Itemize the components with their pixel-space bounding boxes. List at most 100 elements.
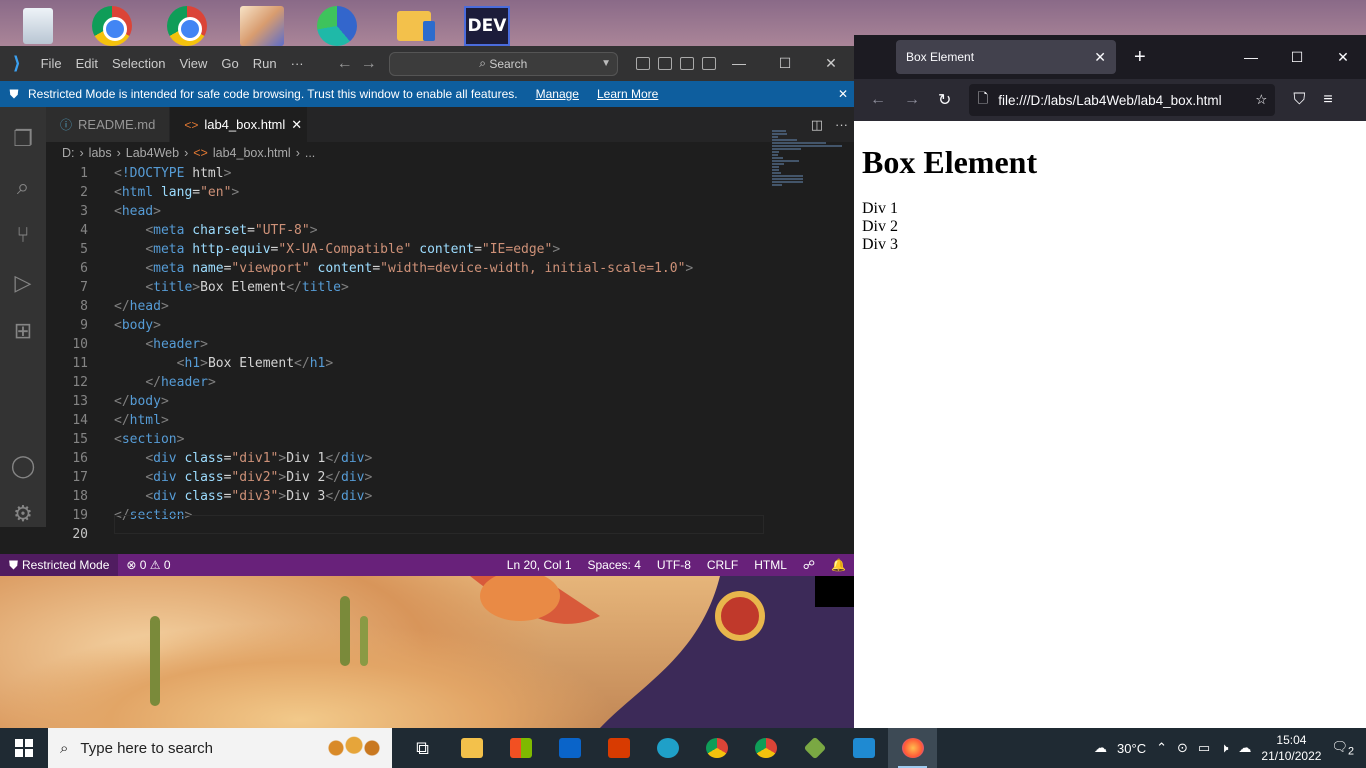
back-arrow-icon[interactable]: ←: [337, 55, 353, 73]
maximize-icon[interactable]: ☐: [762, 55, 808, 72]
breadcrumb-item[interactable]: labs: [89, 146, 112, 160]
code-line[interactable]: 2 <html lang="en">: [46, 183, 854, 202]
vscode-icon[interactable]: [839, 728, 888, 768]
minimap[interactable]: [772, 129, 848, 186]
chevron-up-icon[interactable]: ⌃: [1156, 740, 1167, 756]
close-tab-icon[interactable]: ✕: [1094, 49, 1106, 66]
dev-app-icon[interactable]: DEV: [463, 6, 511, 46]
code-line[interactable]: 6 <meta name="viewport" content="width=d…: [46, 259, 854, 278]
search-view-icon[interactable]: ⌕: [0, 163, 46, 211]
chevron-down-icon[interactable]: ▼: [601, 58, 611, 69]
menu-run[interactable]: Run: [246, 46, 284, 81]
toggle-sidebar-icon[interactable]: [636, 57, 650, 70]
chrome-profile-icon[interactable]: [741, 728, 790, 768]
learn-more-link[interactable]: Learn More: [597, 87, 658, 101]
toggle-panel-icon[interactable]: [658, 57, 672, 70]
feedback-icon[interactable]: ☍: [795, 558, 823, 572]
chrome-profile-icon[interactable]: [163, 6, 211, 46]
task-view-icon[interactable]: ⧉: [398, 728, 447, 768]
customize-layout-icon[interactable]: [702, 57, 716, 70]
start-button[interactable]: [0, 728, 48, 768]
url-bar[interactable]: 🗋 file:///D:/labs/Lab4Web/lab4_box.html …: [969, 84, 1276, 116]
anime-app-icon[interactable]: [238, 6, 286, 46]
code-line[interactable]: 18 <div class="div3">Div 3</div>: [46, 487, 854, 506]
forward-arrow-icon[interactable]: →: [904, 91, 920, 109]
run-debug-icon[interactable]: ▷: [0, 259, 46, 307]
office-icon[interactable]: [594, 728, 643, 768]
toggle-secondary-sidebar-icon[interactable]: [680, 57, 694, 70]
source-control-icon[interactable]: ⑂: [0, 211, 46, 259]
tab-lab4-box[interactable]: <> lab4_box.html ✕: [170, 107, 309, 142]
code-line[interactable]: 15 <section>: [46, 430, 854, 449]
menu-more[interactable]: ···: [284, 46, 311, 81]
maximize-icon[interactable]: ☐: [1274, 49, 1320, 66]
mail-icon[interactable]: [545, 728, 594, 768]
folder-music-icon[interactable]: [390, 6, 438, 46]
manage-link[interactable]: Manage: [536, 87, 579, 101]
clock[interactable]: 15:04 21/10/2022: [1261, 732, 1321, 764]
code-editor[interactable]: 1 <!DOCTYPE html> 2 <html lang="en"> 3 <head>…: [46, 164, 854, 544]
recycle-bin-icon[interactable]: [14, 6, 62, 46]
firefox-icon[interactable]: [888, 728, 937, 768]
volume-icon[interactable]: 🕨: [1220, 740, 1228, 756]
indentation-status[interactable]: Spaces: 4: [580, 558, 649, 572]
menu-file[interactable]: File: [34, 46, 69, 81]
extensions-icon[interactable]: ⊞: [0, 307, 46, 355]
breadcrumb-item[interactable]: Lab4Web: [126, 146, 179, 160]
forward-arrow-icon[interactable]: →: [361, 55, 377, 73]
encoding-status[interactable]: UTF-8: [649, 558, 699, 572]
weather-temperature[interactable]: 30°C: [1117, 741, 1146, 756]
code-line[interactable]: 1 <!DOCTYPE html>: [46, 164, 854, 183]
back-arrow-icon[interactable]: ←: [870, 91, 886, 109]
weather-cloud-icon[interactable]: ☁: [1094, 740, 1107, 756]
edge-icon[interactable]: [643, 728, 692, 768]
meet-now-icon[interactable]: ⊙: [1177, 740, 1188, 756]
code-line[interactable]: 17 <div class="div2">Div 2</div>: [46, 468, 854, 487]
code-line[interactable]: 13 </body>: [46, 392, 854, 411]
chrome-icon[interactable]: [692, 728, 741, 768]
close-icon[interactable]: ✕: [1320, 49, 1366, 66]
close-banner-icon[interactable]: ✕: [838, 87, 854, 101]
code-line[interactable]: 4 <meta charset="UTF-8">: [46, 221, 854, 240]
minimize-icon[interactable]: —: [1228, 49, 1274, 66]
microsoft-store-icon[interactable]: [496, 728, 545, 768]
new-tab-icon[interactable]: +: [1134, 46, 1146, 69]
menu-edit[interactable]: Edit: [69, 46, 105, 81]
breadcrumb-item[interactable]: D:: [62, 146, 75, 160]
onedrive-cloud-icon[interactable]: ☁: [1238, 740, 1251, 756]
close-tab-icon[interactable]: ✕: [291, 117, 302, 133]
breadcrumb-item[interactable]: ...: [305, 146, 315, 160]
code-line[interactable]: 9 <body>: [46, 316, 854, 335]
eol-status[interactable]: CRLF: [699, 558, 746, 572]
chrome-icon[interactable]: [88, 6, 136, 46]
manage-gear-icon[interactable]: ⚙: [0, 501, 46, 527]
taskbar-search[interactable]: ⌕ Type here to search: [48, 728, 392, 768]
reload-icon[interactable]: ↻: [938, 90, 951, 110]
close-icon[interactable]: ✕: [808, 55, 854, 72]
tab-readme[interactable]: ⓘ README.md: [46, 107, 171, 142]
code-line[interactable]: 5 <meta http-equiv="X-UA-Compatible" con…: [46, 240, 854, 259]
explorer-icon[interactable]: ❐: [0, 115, 46, 163]
menu-view[interactable]: View: [172, 46, 214, 81]
minimize-icon[interactable]: —: [716, 55, 762, 72]
url-text[interactable]: file:///D:/labs/Lab4Web/lab4_box.html: [998, 93, 1221, 108]
account-icon[interactable]: ◯: [0, 453, 46, 479]
file-explorer-icon[interactable]: [447, 728, 496, 768]
bookmark-star-icon[interactable]: ☆: [1255, 92, 1267, 108]
code-line[interactable]: 7 <title>Box Element</title>: [46, 278, 854, 297]
git-icon[interactable]: [790, 728, 839, 768]
code-line[interactable]: 10 <header>: [46, 335, 854, 354]
notifications-bell-icon[interactable]: 🔔: [823, 558, 854, 572]
code-line[interactable]: 3 <head>: [46, 202, 854, 221]
code-line[interactable]: 16 <div class="div1">Div 1</div>: [46, 449, 854, 468]
restricted-mode-status[interactable]: ⛊ Restricted Mode: [0, 554, 119, 576]
battery-icon[interactable]: ▭: [1198, 740, 1210, 756]
problems-status[interactable]: ⊗ 0 ⚠ 0: [118, 558, 178, 572]
code-line[interactable]: 8 </head>: [46, 297, 854, 316]
menu-selection[interactable]: Selection: [105, 46, 172, 81]
edge-icon[interactable]: [313, 6, 361, 46]
command-center-search[interactable]: ⌕ Search ▼: [388, 51, 618, 76]
hamburger-menu-icon[interactable]: ≡: [1323, 91, 1332, 109]
breadcrumb-item[interactable]: lab4_box.html: [213, 146, 291, 160]
language-status[interactable]: HTML: [746, 558, 795, 572]
